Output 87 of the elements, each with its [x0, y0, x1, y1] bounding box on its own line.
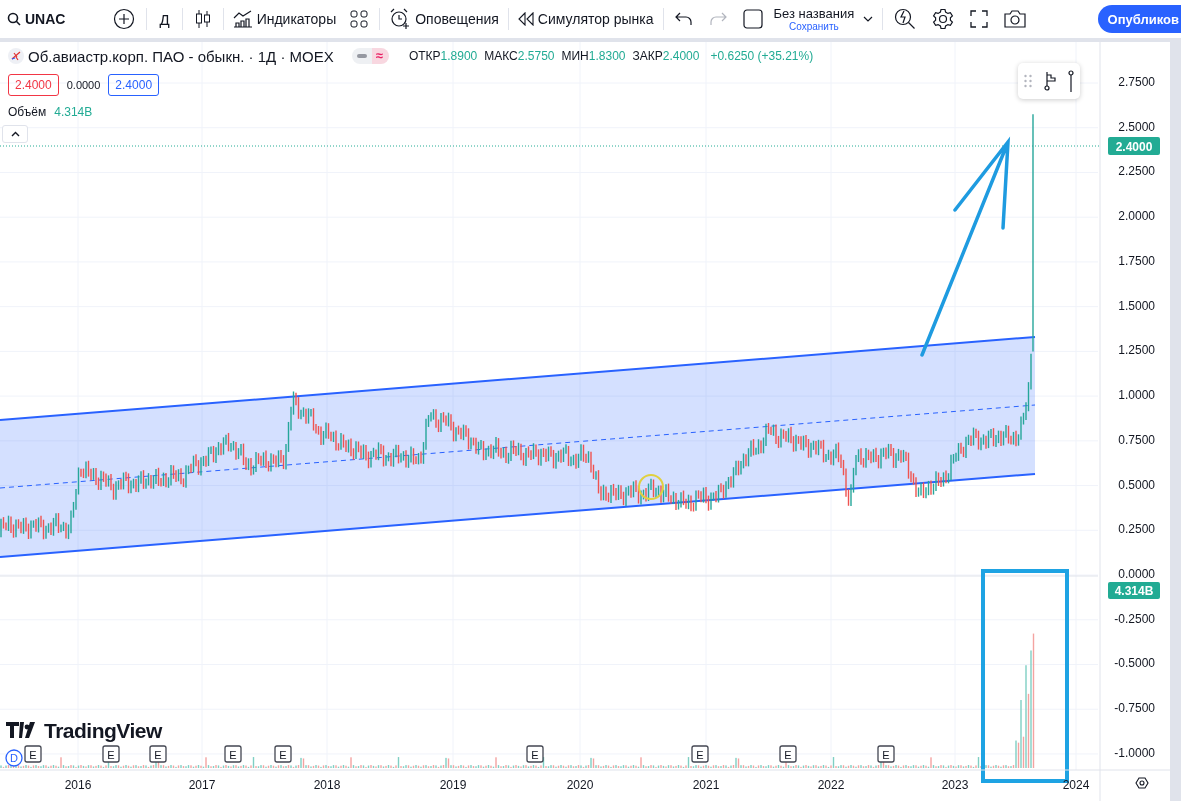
- time-axis-label: 2019: [439, 778, 467, 792]
- earnings-marker[interactable]: E: [779, 745, 797, 763]
- minus-icon: [356, 54, 367, 58]
- symbol-search-button[interactable]: UNAC: [4, 11, 69, 27]
- alerts-button[interactable]: Оповещения: [386, 8, 502, 30]
- earnings-marker[interactable]: E: [224, 745, 242, 763]
- earnings-marker[interactable]: E: [526, 745, 544, 763]
- replay-button[interactable]: Симулятор рынка: [514, 11, 657, 27]
- chevron-up-icon: [10, 131, 20, 137]
- undo-icon[interactable]: [674, 12, 693, 26]
- volume-tag: 4.314B: [1108, 582, 1160, 599]
- time-axis-label: 2022: [817, 778, 845, 792]
- ohlc-value: 1.8300: [588, 49, 626, 63]
- search-icon: [7, 12, 21, 26]
- price-axis-label: -0.7500: [1114, 701, 1155, 716]
- axis-settings-icon[interactable]: [1135, 777, 1149, 789]
- last-price-tag: 2.4000: [1108, 137, 1160, 155]
- volume-label: Объём: [8, 105, 47, 119]
- publish-button[interactable]: Опубликов: [1097, 5, 1181, 33]
- buy-price[interactable]: 2.4000: [108, 74, 160, 96]
- sell-price[interactable]: 2.4000: [8, 74, 59, 96]
- earnings-marker[interactable]: E: [149, 745, 167, 763]
- collapse-button[interactable]: [2, 125, 28, 143]
- ohlc-value: 2.4000: [662, 49, 700, 63]
- price-axis-label: 1.7500: [1118, 253, 1155, 268]
- price-axis-label: 1.5000: [1118, 298, 1155, 313]
- camera-icon[interactable]: [1004, 10, 1027, 28]
- price-axis-label: -0.2500: [1114, 611, 1155, 626]
- logo-icon: [6, 722, 35, 738]
- ohlc-label: ЗАКР: [632, 49, 663, 63]
- ohlc-value: 1.8900: [440, 49, 478, 63]
- add-symbol-icon[interactable]: [113, 8, 136, 30]
- price-axis-label: 2.7500: [1118, 75, 1155, 89]
- price-axis-label: -0.5000: [1114, 656, 1155, 671]
- price-axis-label: 0.2500: [1118, 522, 1155, 537]
- price-axis-label: 2.2500: [1118, 164, 1155, 179]
- price-axis-label: 1.2500: [1118, 343, 1155, 358]
- earnings-marker[interactable]: E: [274, 745, 292, 763]
- earnings-marker[interactable]: E: [691, 745, 709, 763]
- price-axis-label: 0.7500: [1118, 432, 1155, 447]
- indicators-button[interactable]: Индикаторы: [229, 10, 340, 28]
- price-axis-label: 0.5000: [1118, 477, 1155, 492]
- symbol-title[interactable]: Об.авиастр.корп. ПАО - обыкн. · 1Д · MOEX: [28, 47, 334, 65]
- price-axis-label: 2.5000: [1118, 119, 1155, 134]
- price-channel-drawing[interactable]: [0, 336, 1036, 558]
- layout-icon[interactable]: [742, 9, 763, 29]
- layout-name[interactable]: Без названия: [773, 6, 855, 20]
- ohlc-value: 2.5750: [517, 49, 555, 63]
- volume-value: 4.314B: [54, 105, 93, 119]
- time-axis-label: 2021: [692, 778, 720, 792]
- time-axis-label: 2024: [1062, 778, 1090, 792]
- settings-icon[interactable]: [932, 8, 955, 30]
- earnings-marker[interactable]: E: [24, 745, 42, 763]
- price-axis-label: 1.0000: [1118, 388, 1155, 403]
- quick-search-icon[interactable]: [894, 8, 917, 30]
- ohlc-label: МИН: [561, 49, 589, 63]
- alarm-clock-icon: [389, 8, 412, 30]
- earnings-marker[interactable]: E: [877, 745, 895, 763]
- time-axis-label: 2016: [64, 778, 92, 792]
- spread-value: 0.0000: [66, 79, 101, 91]
- candles-icon[interactable]: [193, 9, 212, 29]
- time-axis-label: 2017: [188, 778, 216, 792]
- highlight-circle[interactable]: [638, 474, 664, 500]
- price-axis-label: -1.0000: [1114, 745, 1155, 760]
- save-link[interactable]: Сохранить: [789, 21, 839, 32]
- fullscreen-icon[interactable]: [970, 10, 989, 28]
- drag-handle-icon[interactable]: [1024, 74, 1032, 88]
- flag-pole-icon[interactable]: [1044, 71, 1056, 91]
- price-change: +0.6250 (+35.21%): [710, 49, 814, 63]
- grid-icon[interactable]: [350, 10, 369, 28]
- dividend-marker[interactable]: D: [5, 749, 23, 767]
- chart-icon: [232, 10, 253, 28]
- price-axis-label: 0.0000: [1118, 567, 1155, 582]
- interval-button[interactable]: Д: [153, 10, 176, 28]
- earnings-marker[interactable]: E: [102, 745, 120, 763]
- time-axis-label: 2023: [941, 778, 969, 792]
- time-axis-label: 2018: [313, 778, 341, 792]
- arrow-drawing[interactable]: [920, 136, 1011, 357]
- company-logo-icon: [8, 48, 24, 64]
- rewind-icon: [517, 12, 534, 26]
- caret-icon[interactable]: [863, 16, 874, 22]
- pin-line-icon[interactable]: [1068, 70, 1074, 92]
- logo-text: TradingView: [44, 719, 162, 742]
- price-axis-label: 2.0000: [1118, 209, 1155, 224]
- time-axis-label: 2020: [566, 778, 594, 792]
- ohlc-label: МАКС: [484, 49, 518, 63]
- ohlc-label: ОТКР: [408, 49, 441, 63]
